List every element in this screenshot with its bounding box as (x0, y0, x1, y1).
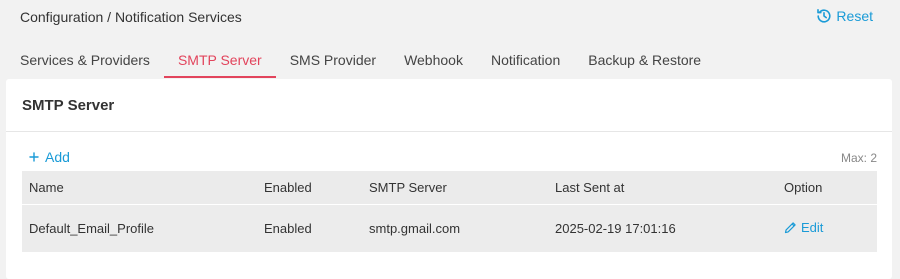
cell-option: Edit (777, 220, 877, 237)
pencil-icon (784, 221, 797, 234)
column-header-last-sent: Last Sent at (555, 180, 625, 195)
max-count-label: Max: 2 (840, 151, 877, 165)
column-header-enabled: Enabled (264, 180, 312, 195)
tab-webhook[interactable]: Webhook (390, 44, 477, 77)
table-row: Default_Email_Profile Enabled smtp.gmail… (22, 205, 877, 252)
plus-icon (29, 149, 39, 165)
add-label: Add (45, 149, 70, 165)
reset-button[interactable]: Reset (816, 8, 873, 24)
column-header-name: Name (29, 180, 64, 195)
smtp-server-card: SMTP Server Add Max: 2 Name Enabled SMTP… (6, 79, 892, 279)
tab-backup-restore[interactable]: Backup & Restore (574, 44, 715, 77)
column-header-option: Option (784, 180, 823, 195)
table-header-row: Name Enabled SMTP Server Last Sent at Op… (22, 171, 877, 204)
card-title: SMTP Server (22, 97, 115, 114)
smtp-server-table: Name Enabled SMTP Server Last Sent at Op… (22, 171, 877, 252)
edit-button[interactable]: Edit (784, 220, 823, 235)
cell-name: Default_Email_Profile (29, 221, 155, 236)
tab-smtp-server[interactable]: SMTP Server (163, 44, 276, 78)
card-divider (6, 131, 892, 132)
tab-bar: Services & Providers SMTP Server SMS Pro… (6, 44, 715, 78)
breadcrumb: Configuration / Notification Services (20, 9, 242, 25)
cell-smtp-server: smtp.gmail.com (369, 221, 461, 236)
cell-enabled: Enabled (264, 221, 312, 236)
add-button[interactable]: Add (29, 149, 70, 165)
reset-label: Reset (836, 8, 873, 24)
cell-last-sent: 2025-02-19 17:01:16 (555, 221, 676, 236)
edit-label: Edit (801, 220, 824, 235)
tab-services-providers[interactable]: Services & Providers (6, 44, 164, 77)
tab-notification[interactable]: Notification (477, 44, 574, 77)
history-icon (816, 8, 832, 24)
column-header-smtp-server: SMTP Server (369, 180, 447, 195)
tab-sms-provider[interactable]: SMS Provider (276, 44, 390, 77)
